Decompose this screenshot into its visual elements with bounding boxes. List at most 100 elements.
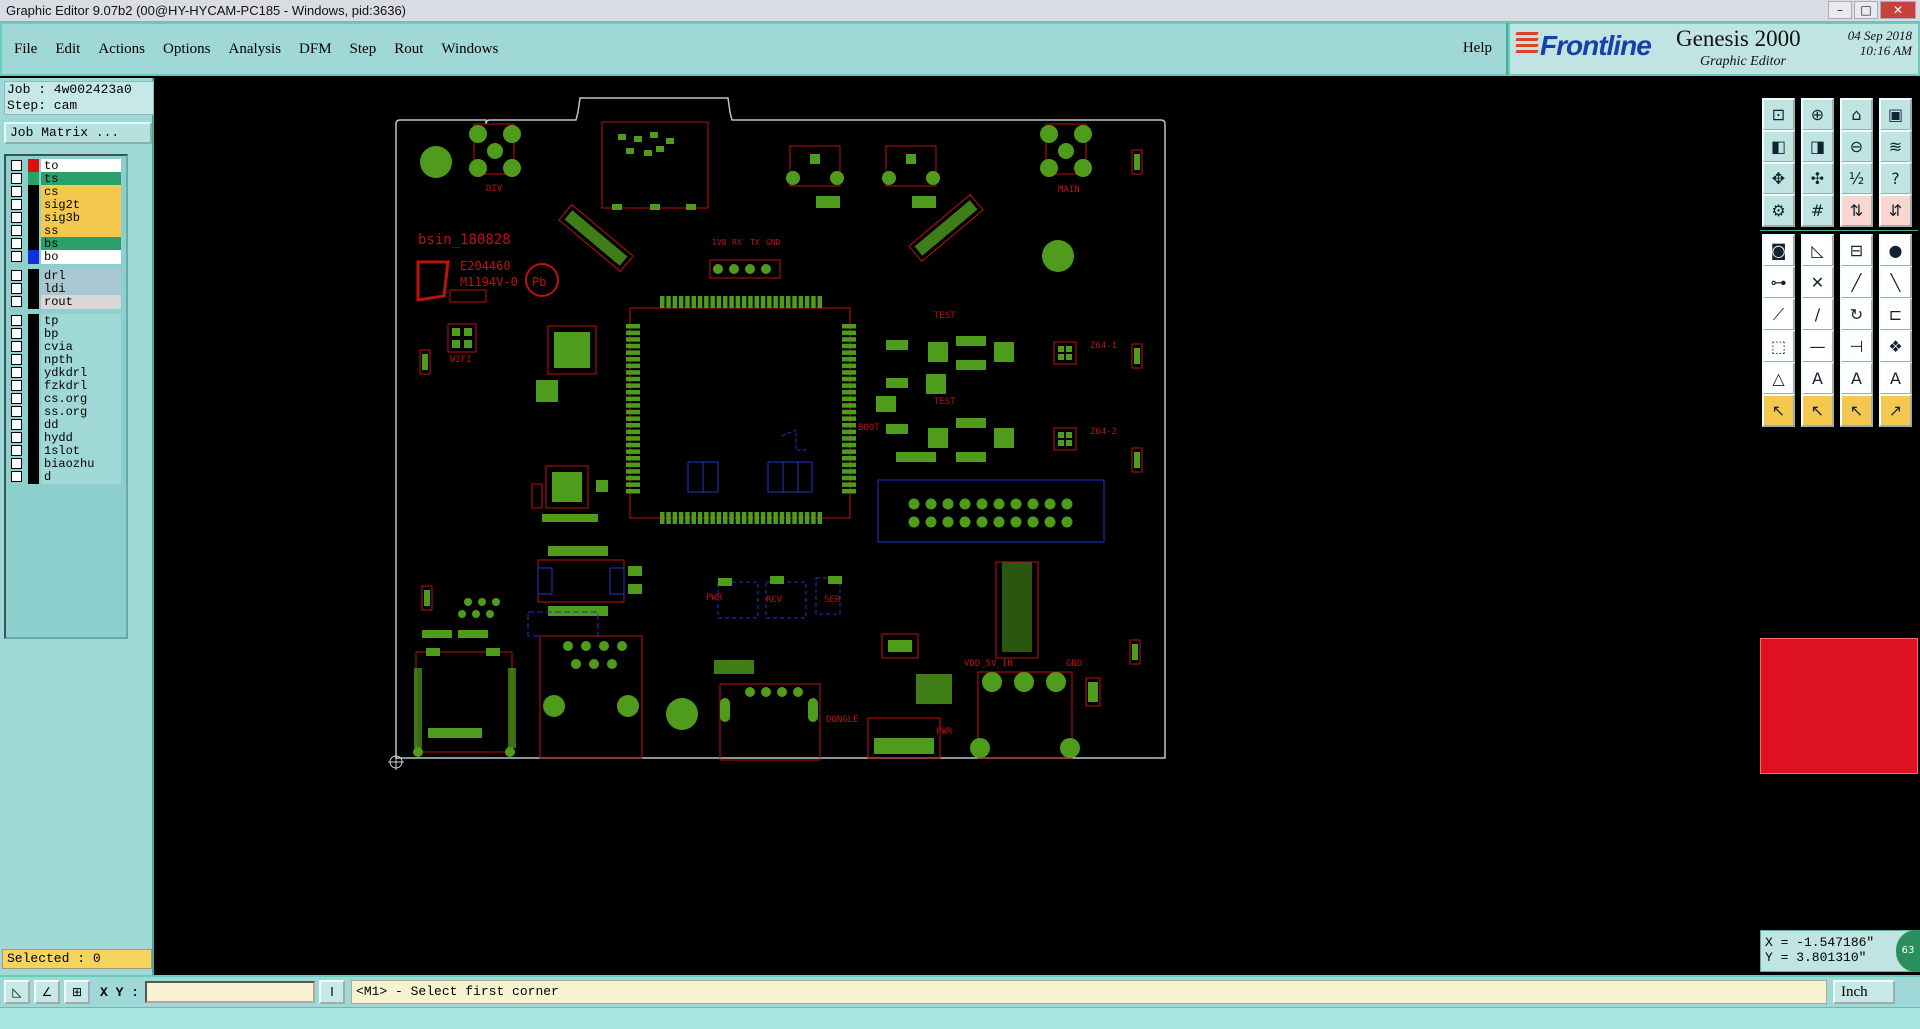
layer-checkbox[interactable] <box>11 328 22 339</box>
zoom-home-icon[interactable]: ⊡ <box>1762 98 1795 131</box>
help-icon[interactable]: ? <box>1879 162 1912 195</box>
zoom-out-icon[interactable]: ⊖ <box>1840 130 1873 163</box>
layer-checkbox[interactable] <box>11 238 22 249</box>
menu-edit[interactable]: Edit <box>55 41 80 58</box>
layer-color-swatch <box>28 469 39 484</box>
layer-checkbox[interactable] <box>11 160 22 171</box>
layer-checkbox[interactable] <box>11 199 22 210</box>
pan-right-icon[interactable]: ◨ <box>1801 130 1834 163</box>
zoom-in-icon[interactable]: ⊕ <box>1801 98 1834 131</box>
layer-checkbox[interactable] <box>11 341 22 352</box>
header-pin <box>976 516 988 528</box>
layer-checkbox[interactable] <box>11 471 22 482</box>
grid-icon[interactable]: ▣ <box>1879 98 1912 131</box>
menu-actions[interactable]: Actions <box>98 41 145 58</box>
layer-checkbox[interactable] <box>11 432 22 443</box>
menu-options[interactable]: Options <box>163 41 211 58</box>
menu-file[interactable]: File <box>14 41 37 58</box>
menu-rout[interactable]: Rout <box>394 41 423 58</box>
graphic-canvas[interactable]: DIV MAIN bsin_180828 E204460 M1194V-0 WI… <box>156 78 1756 975</box>
snap-icon[interactable]: ⚙ <box>1762 194 1795 227</box>
cross-icon[interactable]: ✕ <box>1801 266 1834 299</box>
angle-mode-icon[interactable]: ∠ <box>34 980 60 1004</box>
layer-checkbox[interactable] <box>11 251 22 262</box>
job-name: Job : 4w002423a0 <box>7 82 132 97</box>
line-mode-icon[interactable]: ◺ <box>4 980 30 1004</box>
layer-row[interactable]: d <box>8 469 126 484</box>
camera-icon[interactable]: ◙ <box>1762 234 1795 267</box>
split-icon[interactable]: ⊣ <box>1840 330 1873 363</box>
select-route-icon[interactable]: ↗ <box>1879 394 1912 427</box>
layer-checkbox[interactable] <box>11 367 22 378</box>
layer-checkbox[interactable] <box>11 212 22 223</box>
grid-toggle-icon[interactable]: # <box>1801 194 1834 227</box>
layer-checkbox[interactable] <box>11 225 22 236</box>
close-icon[interactable]: ✕ <box>1880 1 1916 19</box>
layer-checkbox[interactable] <box>11 419 22 430</box>
layer-checkbox[interactable] <box>11 445 22 456</box>
snap-mode-icon[interactable]: ⊞ <box>64 980 90 1004</box>
qfp-pad <box>672 296 678 308</box>
layer-checkbox[interactable] <box>11 173 22 184</box>
line-icon[interactable]: ╱ <box>1840 266 1873 299</box>
header-pin <box>1061 516 1073 528</box>
bracket-icon[interactable]: ⊏ <box>1879 298 1912 331</box>
connect-icon[interactable]: ⊶ <box>1762 266 1795 299</box>
move-icon[interactable]: ⬚ <box>1762 330 1795 363</box>
pan-left-icon[interactable]: ◧ <box>1762 130 1795 163</box>
info-icon[interactable]: I <box>319 980 346 1004</box>
scale-icon[interactable]: ½ <box>1840 162 1873 195</box>
arc-line-icon[interactable]: ╲ <box>1879 266 1912 299</box>
layer-panel: Job : 4w002423a0 Step: cam Job Matrix ..… <box>0 78 154 975</box>
layer-row[interactable]: bo <box>8 249 126 264</box>
group-icon[interactable]: ❖ <box>1879 330 1912 363</box>
layer-checkbox[interactable] <box>11 270 22 281</box>
menu-analysis[interactable]: Analysis <box>229 41 282 58</box>
fit-icon[interactable]: ✥ <box>1762 162 1795 195</box>
layer-checkbox[interactable] <box>11 406 22 417</box>
pad-icon[interactable]: ● <box>1879 234 1912 267</box>
center-icon[interactable]: ✣ <box>1801 162 1834 195</box>
text-a-bold-icon[interactable]: A <box>1879 362 1912 395</box>
qfp-pad <box>735 512 741 524</box>
layer-checkbox[interactable] <box>11 380 22 391</box>
select-add-icon[interactable]: ↖ <box>1801 394 1834 427</box>
measure-icon[interactable]: ⊟ <box>1840 234 1873 267</box>
layer-checkbox[interactable] <box>11 354 22 365</box>
arc-icon[interactable]: ↻ <box>1840 298 1873 331</box>
menu-step[interactable]: Step <box>350 41 377 58</box>
job-matrix-button[interactable]: Job Matrix ... <box>4 122 152 144</box>
minimize-icon[interactable]: – <box>1828 1 1852 19</box>
maximize-icon[interactable]: □ <box>1854 1 1878 19</box>
select-net-icon[interactable]: ↖ <box>1840 394 1873 427</box>
triangle-icon[interactable]: △ <box>1762 362 1795 395</box>
board-outline <box>395 97 1166 759</box>
unit-selector[interactable]: Inch <box>1833 980 1896 1004</box>
layer-row[interactable]: rout <box>8 294 126 309</box>
layer-checkbox[interactable] <box>11 296 22 307</box>
layer-checkbox[interactable] <box>11 186 22 197</box>
slash-icon[interactable]: ∕ <box>1801 298 1834 331</box>
text-a-icon[interactable]: A <box>1801 362 1834 395</box>
zoom-window-icon[interactable]: ⌂ <box>1840 98 1873 131</box>
menu-windows[interactable]: Windows <box>441 41 498 58</box>
window-controls: – □ ✕ <box>1828 1 1916 19</box>
menu-help[interactable]: Help <box>1463 40 1492 57</box>
draw-shape-icon[interactable]: ◺ <box>1801 234 1834 267</box>
slope-icon[interactable]: ⟋ <box>1762 298 1795 331</box>
layer-up-icon[interactable]: ⇅ <box>1840 194 1873 227</box>
layer-checkbox[interactable] <box>11 393 22 404</box>
select-icon[interactable]: ↖ <box>1762 394 1795 427</box>
layer-checkbox[interactable] <box>11 283 22 294</box>
menu-dfm[interactable]: DFM <box>299 41 332 58</box>
overview-thumbnail[interactable] <box>1760 638 1918 774</box>
qfp-pad <box>842 383 856 388</box>
qfp-pad <box>779 512 785 524</box>
xy-input[interactable] <box>145 981 316 1003</box>
redraw-icon[interactable]: ≋ <box>1879 130 1912 163</box>
layer-down-icon[interactable]: ⇵ <box>1879 194 1912 227</box>
minus-icon[interactable]: — <box>1801 330 1834 363</box>
layer-checkbox[interactable] <box>11 315 22 326</box>
text-a-outline-icon[interactable]: A <box>1840 362 1873 395</box>
layer-checkbox[interactable] <box>11 458 22 469</box>
